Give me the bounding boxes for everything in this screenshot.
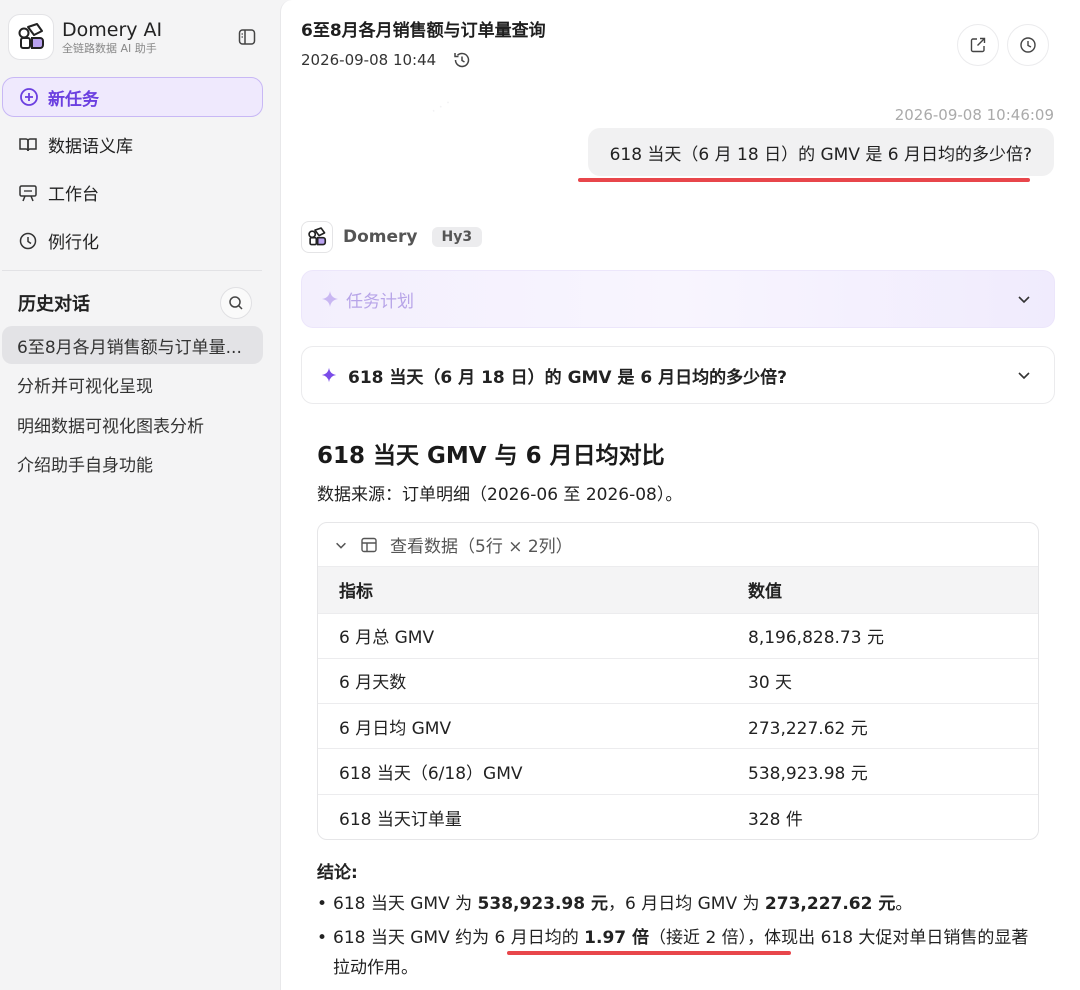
table-row: 6 月日均 GMV 273,227.62 元: [318, 703, 1038, 749]
bullet-text: 618 当天 GMV 约为: [333, 928, 495, 948]
table-row: 618 当天（6/18）GMV 538,923.98 元: [318, 748, 1038, 795]
column-header: 数值: [726, 567, 1038, 613]
task-plan-label: 任务计划: [346, 291, 414, 312]
task-plan-card[interactable]: 任务计划: [301, 270, 1055, 328]
bullet-value: 538,923.98 元: [477, 894, 609, 914]
question-card[interactable]: 618 当天（6 月 18 日）的 GMV 是 6 月日均的多少倍?: [301, 346, 1055, 404]
logo-icon: [8, 14, 54, 60]
user-message: 618 当天（6 月 18 日）的 GMV 是 6 月日均的多少倍?: [587, 128, 1054, 176]
history-search-button[interactable]: [220, 287, 252, 319]
new-task-button[interactable]: 新任务: [2, 77, 263, 117]
history-item[interactable]: 分析并可视化呈现: [2, 365, 263, 403]
message-timestamp: 2026-09-08 10:46:09: [894, 106, 1054, 124]
clock-icon: [18, 231, 38, 251]
history-title: 历史对话: [18, 294, 90, 315]
history-item[interactable]: 明细数据可视化图表分析: [2, 405, 263, 443]
table-cell: 6 月天数: [318, 657, 726, 704]
bullet-value: 1.97 倍: [584, 928, 650, 948]
column-header: 指标: [318, 567, 726, 613]
bot-name: Domery: [343, 227, 418, 247]
table-cell: 328 件: [726, 793, 1038, 839]
history-item[interactable]: 6至8月各月销售额与订单量...: [2, 326, 263, 364]
table-cell: 30 天: [726, 657, 1038, 704]
table-cell: 273,227.62 元: [726, 703, 1038, 749]
table-cell: 6 月日均 GMV: [318, 703, 726, 749]
bullet-text: （接近 2 倍）: [649, 928, 748, 948]
bullet-text: 618 当天 GMV 为: [333, 894, 478, 914]
table-toggle[interactable]: 查看数据（5行 × 2列）: [318, 523, 1038, 567]
conclusion-title: 结论:: [317, 863, 358, 883]
brand: Domery AI 全链路数据 AI 助手: [8, 14, 162, 60]
bullet-text: 。: [895, 894, 913, 914]
bot-header: Domery Hy3: [301, 221, 483, 253]
brand-tagline: 全链路数据 AI 助手: [62, 41, 157, 55]
nav-item-workbench[interactable]: 工作台: [18, 180, 99, 205]
table-cell: 538,923.98 元: [726, 748, 1038, 795]
share-button[interactable]: [957, 24, 999, 66]
watermark: · · ·: [428, 95, 455, 120]
conversation-title: 6至8月各月销售额与订单量查询: [301, 21, 546, 41]
sidebar-toggle-icon: [238, 29, 256, 45]
table-row: 618 当天订单量 328 件: [318, 793, 1038, 839]
chevron-down-icon: [334, 538, 348, 552]
history-item[interactable]: 介绍助手自身功能: [2, 444, 263, 482]
nav-item-semantic-library[interactable]: 数据语义库: [18, 132, 133, 157]
table-toggle-label: 查看数据（5行 × 2列）: [390, 537, 573, 557]
table-cell: 6 月总 GMV: [318, 612, 726, 659]
table-row: 6 月天数 30 天: [318, 657, 1038, 704]
book-icon: [18, 135, 38, 155]
nav-item-routine[interactable]: 例行化: [18, 228, 99, 253]
conversation-timestamp: 2026-09-08 10:44: [301, 51, 437, 69]
sidebar: Domery AI 全链路数据 AI 助手 新任务 数据语义库 工作台 例行化 …: [0, 0, 278, 990]
table-row: 6 月总 GMV 8,196,828.73 元: [318, 612, 1038, 659]
history-clock-icon[interactable]: [452, 50, 472, 70]
sidebar-divider: [2, 270, 262, 271]
bullet-text: ，6 月日均 GMV 为: [608, 894, 765, 914]
history-button[interactable]: [1007, 24, 1049, 66]
nav-label: 数据语义库: [48, 137, 133, 157]
highlight-underline: [507, 951, 791, 955]
highlight-underline: [578, 178, 1030, 182]
table-cell: 618 当天订单量: [318, 793, 726, 839]
answer-title: 618 当天 GMV 与 6 月日均对比: [317, 443, 665, 469]
table-icon: [360, 536, 378, 554]
external-link-icon: [970, 37, 986, 53]
sparkle-icon: [320, 289, 340, 309]
table-cell: 618 当天（6/18）GMV: [318, 748, 726, 795]
table-header-row: 指标 数值: [318, 567, 1038, 613]
data-table-card: 查看数据（5行 × 2列） 指标 数值 6 月总 GMV 8,196,828.7…: [317, 522, 1039, 840]
clock-icon: [1020, 37, 1036, 53]
sparkle-icon: [320, 366, 338, 384]
plus-circle-icon: [19, 87, 39, 107]
nav-label: 例行化: [48, 233, 99, 253]
chevron-down-icon[interactable]: [1016, 291, 1032, 307]
table-cell: 8,196,828.73 元: [726, 612, 1038, 659]
sidebar-toggle-button[interactable]: [236, 26, 258, 48]
bullet-text: 6 月日均的: [494, 928, 585, 948]
logo-icon: [308, 227, 327, 246]
bullet-value: 273,227.62 元: [764, 894, 896, 914]
chevron-down-icon[interactable]: [1016, 367, 1032, 383]
conversation-panel: 6至8月各月销售额与订单量查询 2026-09-08 10:44 · · · 2…: [280, 0, 1080, 990]
conversation-time: 2026-09-08 10:44: [301, 50, 472, 70]
model-badge: Hy3: [431, 227, 483, 247]
search-icon: [229, 296, 243, 310]
data-source: 数据来源：订单明细（2026-06 至 2026-08）。: [317, 485, 683, 505]
data-table: 指标 数值 6 月总 GMV 8,196,828.73 元 6 月天数 30 天…: [318, 567, 1038, 839]
presentation-board-icon: [18, 183, 38, 203]
new-task-label: 新任务: [48, 89, 99, 110]
bot-avatar: [301, 221, 333, 253]
nav-label: 工作台: [48, 185, 99, 205]
conclusion-bullet: 618 当天 GMV 为 538,923.98 元，6 月日均 GMV 为 27…: [317, 889, 1033, 919]
question-text: 618 当天（6 月 18 日）的 GMV 是 6 月日均的多少倍?: [348, 367, 788, 388]
brand-name: Domery AI: [62, 18, 163, 41]
